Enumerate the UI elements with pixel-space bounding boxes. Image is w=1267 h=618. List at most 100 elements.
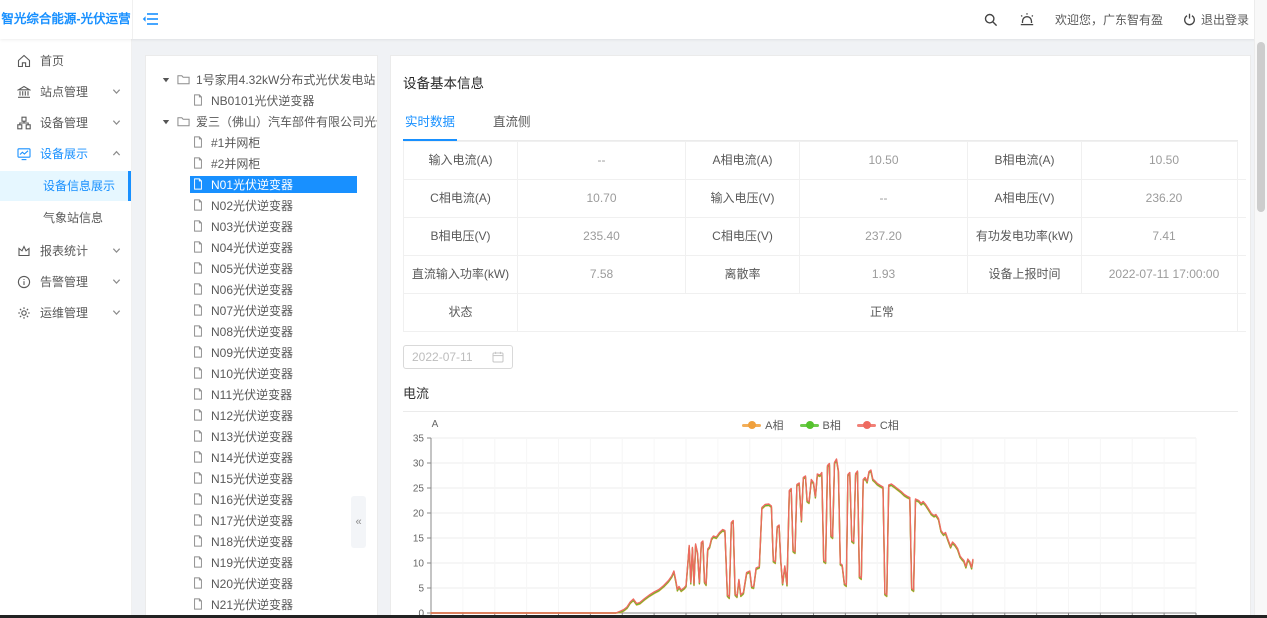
tab-realtime-data[interactable]: 实时数据 (403, 102, 457, 141)
file-icon (192, 199, 205, 212)
tree-device-name: N15光伏逆变器 (211, 470, 293, 487)
logout-button[interactable]: 退出登录 (1183, 11, 1249, 28)
sidebar-item-monitor[interactable]: 设备展示 (0, 138, 131, 169)
tree-device-node[interactable]: N07光伏逆变器 (190, 302, 357, 319)
tabs-bar: 实时数据 直流侧 (403, 102, 1238, 141)
file-icon (192, 262, 205, 275)
tree-device-name: N09光伏逆变器 (211, 344, 293, 361)
header-actions: 欢迎您，广东智有盈 退出登录 (983, 0, 1249, 39)
svg-text:15: 15 (413, 534, 425, 545)
tree-device-node[interactable]: #2并网柜 (190, 155, 357, 172)
tree-device-node[interactable]: N01光伏逆变器 (190, 176, 357, 193)
date-picker[interactable] (403, 345, 513, 369)
sidebar-item-report[interactable]: 报表统计 (0, 235, 131, 266)
alarm-icon[interactable] (1019, 12, 1035, 28)
legend-item-B相[interactable]: B相 (800, 417, 841, 433)
scrollbar-thumb[interactable] (1257, 42, 1265, 212)
status-label: 状态 (404, 294, 518, 332)
tree-device-node[interactable]: N13光伏逆变器 (190, 428, 357, 445)
info-value: 7.58 (518, 256, 686, 294)
tree-device-row: N18光伏逆变器 (146, 531, 377, 552)
tree-device-row: N14光伏逆变器 (146, 447, 377, 468)
folder-icon (177, 73, 190, 86)
tree-device-node[interactable]: N09光伏逆变器 (190, 344, 357, 361)
tree-device-node[interactable]: N14光伏逆变器 (190, 449, 357, 466)
legend-item-A相[interactable]: A相 (742, 417, 783, 433)
tree-device-node[interactable]: N12光伏逆变器 (190, 407, 357, 424)
sidebar-item-bank[interactable]: 站点管理 (0, 76, 131, 107)
caret-down-icon (162, 118, 170, 126)
svg-text:10: 10 (413, 559, 425, 570)
tree-device-name: #2并网柜 (211, 155, 260, 172)
app-root: { "header": { "logo": "智光综合能源-光伏运营", "we… (0, 0, 1267, 618)
sidebar-item-label: 报表统计 (40, 242, 88, 259)
info-value: -- (518, 142, 686, 180)
tree-device-node[interactable]: N05光伏逆变器 (190, 260, 357, 277)
chevron-down-icon (112, 246, 121, 255)
sidebar-nav: 首页站点管理设备管理设备展示设备信息展示气象站信息报表统计告警管理运维管理 (0, 39, 132, 615)
tree-device-name: N03光伏逆变器 (211, 218, 293, 235)
info-label: 输入电压(V) (686, 180, 800, 218)
tree-collapse-handle[interactable]: « (351, 496, 366, 548)
file-icon (192, 535, 205, 548)
tree-device-name: #1并网柜 (211, 134, 260, 151)
vertical-scrollbar[interactable] (1254, 0, 1267, 615)
tree-device-row: N07光伏逆变器 (146, 300, 377, 321)
sidebar-item-label: 设备展示 (40, 145, 88, 162)
file-icon (192, 346, 205, 359)
sidebar-item-alert[interactable]: 告警管理 (0, 266, 131, 297)
tree-device-node[interactable]: N11光伏逆变器 (190, 386, 357, 403)
tree-device-node[interactable]: N06光伏逆变器 (190, 281, 357, 298)
tree-device-row: N05光伏逆变器 (146, 258, 377, 279)
sidebar-subitem[interactable]: 设备信息展示 (0, 171, 131, 201)
tree-station-node[interactable]: 爱三（佛山）汽车部件有限公司光伏发 (146, 111, 377, 132)
tab-dc-side[interactable]: 直流侧 (491, 102, 533, 140)
tree-device-row: N01光伏逆变器 (146, 174, 377, 195)
tree-device-name: N04光伏逆变器 (211, 239, 293, 256)
file-icon (192, 514, 205, 527)
tree-device-node[interactable]: NB0101光伏逆变器 (190, 92, 357, 109)
tree-device-node[interactable]: N20光伏逆变器 (190, 575, 357, 592)
tree-device-node[interactable]: N08光伏逆变器 (190, 323, 357, 340)
sidebar-item-home[interactable]: 首页 (0, 45, 131, 76)
tree-device-row: N04光伏逆变器 (146, 237, 377, 258)
tree-device-node[interactable]: N19光伏逆变器 (190, 554, 357, 571)
tree-device-node[interactable]: N02光伏逆变器 (190, 197, 357, 214)
legend-item-C相[interactable]: C相 (857, 417, 899, 433)
info-value: -- (800, 180, 968, 218)
file-icon (192, 409, 205, 422)
tree-device-node[interactable]: N10光伏逆变器 (190, 365, 357, 382)
date-picker-input[interactable] (412, 350, 484, 364)
tree-device-name: N17光伏逆变器 (211, 512, 293, 529)
tree-device-name: N11光伏逆变器 (211, 386, 292, 403)
tree-device-node[interactable]: N16光伏逆变器 (190, 491, 357, 508)
sidebar-subitem[interactable]: 气象站信息 (0, 203, 131, 233)
tree-device-node[interactable]: N18光伏逆变器 (190, 533, 357, 550)
tree-device-row: N13光伏逆变器 (146, 426, 377, 447)
tree-device-node[interactable]: N21光伏逆变器 (190, 596, 357, 613)
tree-device-node[interactable]: N15光伏逆变器 (190, 470, 357, 487)
search-icon[interactable] (983, 12, 999, 28)
caret-down-icon (162, 76, 170, 84)
tree-device-name: N12光伏逆变器 (211, 407, 293, 424)
file-icon (192, 430, 205, 443)
tree-device-node[interactable]: N17光伏逆变器 (190, 512, 357, 529)
tree-station-name: 1号家用4.32kW分布式光伏发电站 (196, 71, 375, 88)
tree-station-node[interactable]: 1号家用4.32kW分布式光伏发电站 (146, 69, 377, 90)
menu-fold-icon[interactable] (142, 10, 160, 28)
tree-device-row: N17光伏逆变器 (146, 510, 377, 531)
sidebar-item-cluster[interactable]: 设备管理 (0, 107, 131, 138)
tree-device-row: N21光伏逆变器 (146, 594, 377, 615)
file-icon (192, 577, 205, 590)
tree-device-node[interactable]: N03光伏逆变器 (190, 218, 357, 235)
sidebar-item-label: 设备管理 (40, 114, 88, 131)
current-chart: A相 B相 C相 0510152025303500:0001:0002:0003:0… (403, 412, 1238, 615)
file-icon (192, 94, 205, 107)
sidebar-item-ops[interactable]: 运维管理 (0, 297, 131, 328)
tree-device-name: N05光伏逆变器 (211, 260, 293, 277)
chart-canvas: 0510152025303500:0001:0002:0003:0004:000… (403, 412, 1238, 615)
tree-device-name: N02光伏逆变器 (211, 197, 293, 214)
chart-legend: A相 B相 C相 (403, 417, 1238, 433)
tree-device-node[interactable]: #1并网柜 (190, 134, 357, 151)
tree-device-node[interactable]: N04光伏逆变器 (190, 239, 357, 256)
